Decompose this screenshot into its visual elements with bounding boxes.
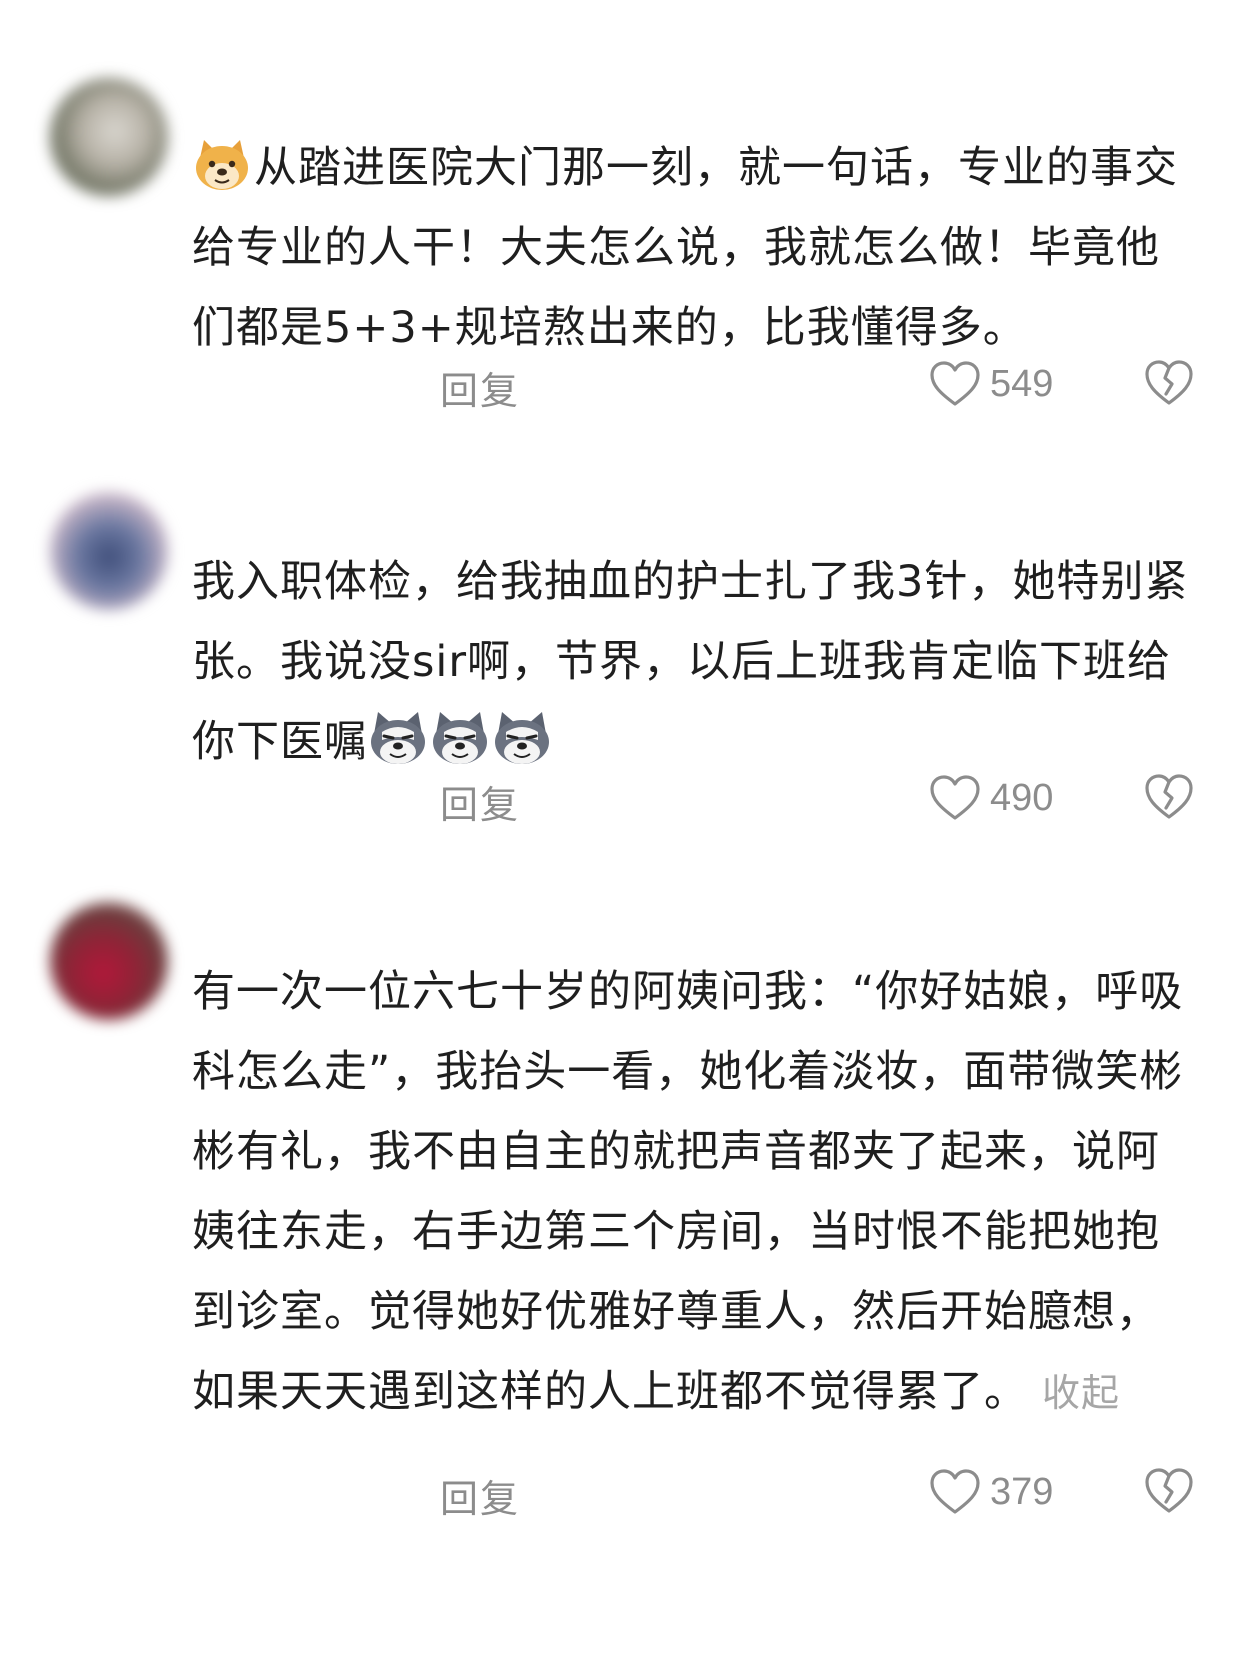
like-button[interactable]: 549 (930, 354, 1053, 414)
avatar[interactable] (50, 902, 168, 1020)
broken-heart-icon[interactable] (1144, 1466, 1194, 1516)
comment-text-content: 有一次一位六七十岁的阿姨问我：“你好姑娘，呼吸科怎么走”，我抬头一看，她化着淡妆… (192, 967, 1184, 1417)
broken-heart-icon[interactable] (1144, 358, 1194, 408)
comment-text: 我入职体检，给我抽血的护士扎了我3针，她特别紧张。我说没sir啊，节界，以后上班… (192, 542, 1202, 782)
collapse-button[interactable]: 收起 (1042, 1371, 1120, 1415)
comment-actions: 回复 490 (0, 768, 1242, 828)
comment-text: 有一次一位六七十岁的阿姨问我：“你好姑娘，呼吸科怎么走”，我抬头一看，她化着淡妆… (192, 952, 1202, 1433)
reply-button[interactable]: 回复 (440, 774, 520, 829)
comment-text-content: 从踏进医院大门那一刻，就一句话，专业的事交给专业的人干！大夫怎么说，我就怎么做！… (192, 143, 1178, 353)
heart-outline-icon (930, 1469, 980, 1515)
husky-emoji-icon (430, 710, 490, 766)
heart-outline-icon (930, 775, 980, 821)
like-count: 379 (990, 1470, 1054, 1513)
doge-emoji-icon (192, 136, 252, 192)
husky-emoji-icon (492, 710, 552, 766)
broken-heart-icon[interactable] (1144, 772, 1194, 822)
like-button[interactable]: 490 (930, 768, 1053, 828)
husky-emoji-icon (368, 710, 428, 766)
like-count: 549 (990, 362, 1054, 405)
comment-actions: 回复 379 (0, 1462, 1242, 1522)
comment-text: 从踏进医院大门那一刻，就一句话，专业的事交给专业的人干！大夫怎么说，我就怎么做！… (192, 128, 1202, 368)
comment-text-content: 我入职体检，给我抽血的护士扎了我3针，她特别紧张。我说没sir啊，节界，以后上班… (192, 557, 1189, 767)
heart-outline-icon (930, 361, 980, 407)
comment-actions: 回复 549 (0, 354, 1242, 414)
like-count: 490 (990, 776, 1054, 819)
avatar[interactable] (50, 492, 168, 610)
like-button[interactable]: 379 (930, 1462, 1053, 1522)
avatar[interactable] (50, 78, 168, 196)
reply-button[interactable]: 回复 (440, 1468, 520, 1523)
reply-button[interactable]: 回复 (440, 360, 520, 415)
